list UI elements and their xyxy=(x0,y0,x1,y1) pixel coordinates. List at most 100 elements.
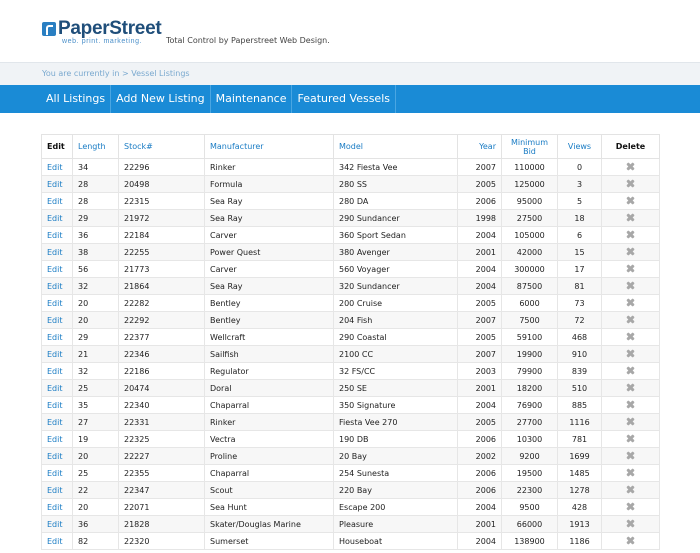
col-header-length[interactable]: Length xyxy=(72,134,119,159)
delete-x-icon[interactable] xyxy=(626,451,635,460)
edit-link[interactable]: Edit xyxy=(41,175,73,193)
delete-x-icon[interactable] xyxy=(626,502,635,511)
delete-x-icon[interactable] xyxy=(626,247,635,256)
cell-stock: 20474 xyxy=(118,379,205,397)
delete-cell xyxy=(601,498,660,516)
edit-link[interactable]: Edit xyxy=(41,294,73,312)
cell-model: Houseboat xyxy=(333,532,458,550)
cell-stock: 22227 xyxy=(118,447,205,465)
delete-x-icon[interactable] xyxy=(626,162,635,171)
edit-link[interactable]: Edit xyxy=(41,158,73,176)
col-header-model[interactable]: Model xyxy=(333,134,458,159)
edit-link[interactable]: Edit xyxy=(41,209,73,227)
delete-x-icon[interactable] xyxy=(626,230,635,239)
edit-link[interactable]: Edit xyxy=(41,498,73,516)
cell-model: Pleasure xyxy=(333,515,458,533)
edit-link[interactable]: Edit xyxy=(41,226,73,244)
table-row: Edit 32 21864 Sea Ray 320 Sundancer 2004 87500… xyxy=(41,277,660,295)
cell-length: 35 xyxy=(72,396,119,414)
col-header-manufacturer[interactable]: Manufacturer xyxy=(204,134,334,159)
cell-length: 25 xyxy=(72,464,119,482)
logo-tagline: web. print. marketing. xyxy=(62,38,143,45)
edit-link[interactable]: Edit xyxy=(41,447,73,465)
delete-x-icon[interactable] xyxy=(626,179,635,188)
delete-x-icon[interactable] xyxy=(626,349,635,358)
edit-link[interactable]: Edit xyxy=(41,481,73,499)
delete-x-icon[interactable] xyxy=(626,264,635,273)
edit-link[interactable]: Edit xyxy=(41,260,73,278)
col-header-minimum-bid[interactable]: Minimum Bid xyxy=(501,134,558,159)
cell-manufacturer: Rinker xyxy=(204,158,334,176)
delete-x-icon[interactable] xyxy=(626,536,635,545)
delete-x-icon[interactable] xyxy=(626,400,635,409)
cell-minimum-bid: 6000 xyxy=(501,294,558,312)
cell-manufacturer: Regulator xyxy=(204,362,334,380)
listings-table-container: Edit Length Stock# Manufacturer Model Ye… xyxy=(41,134,660,550)
cell-model: 280 SS xyxy=(333,175,458,193)
col-header-stock[interactable]: Stock# xyxy=(118,134,205,159)
delete-x-icon[interactable] xyxy=(626,281,635,290)
delete-cell xyxy=(601,430,660,448)
delete-x-icon[interactable] xyxy=(626,196,635,205)
cell-minimum-bid: 10300 xyxy=(501,430,558,448)
cell-model: 254 Sunesta xyxy=(333,464,458,482)
edit-link[interactable]: Edit xyxy=(41,515,73,533)
cell-manufacturer: Formula xyxy=(204,175,334,193)
cell-minimum-bid: 125000 xyxy=(501,175,558,193)
delete-x-icon[interactable] xyxy=(626,485,635,494)
edit-link[interactable]: Edit xyxy=(41,328,73,346)
cell-length: 20 xyxy=(72,311,119,329)
cell-stock: 22346 xyxy=(118,345,205,363)
edit-link[interactable]: Edit xyxy=(41,192,73,210)
delete-x-icon[interactable] xyxy=(626,332,635,341)
cell-year: 2004 xyxy=(457,226,502,244)
cell-year: 2004 xyxy=(457,260,502,278)
delete-x-icon[interactable] xyxy=(626,213,635,222)
nav-all-listings[interactable]: All Listings xyxy=(42,85,112,113)
logo[interactable]: PaperStreet web. print. marketing. xyxy=(42,19,162,46)
delete-x-icon[interactable] xyxy=(626,468,635,477)
cell-manufacturer: Sea Ray xyxy=(204,192,334,210)
edit-link[interactable]: Edit xyxy=(41,430,73,448)
cell-model: 290 Sundancer xyxy=(333,209,458,227)
table-row: Edit 25 20474 Doral 250 SE 2001 18200 510 xyxy=(41,379,660,397)
col-header-views[interactable]: Views xyxy=(557,134,602,159)
col-header-year[interactable]: Year xyxy=(457,134,502,159)
site-header: PaperStreet web. print. marketing. Total… xyxy=(0,0,700,62)
nav-add-new-listing[interactable]: Add New Listing xyxy=(111,85,211,113)
nav-featured-vessels[interactable]: Featured Vessels xyxy=(292,85,396,113)
edit-link[interactable]: Edit xyxy=(41,362,73,380)
delete-x-icon[interactable] xyxy=(626,417,635,426)
edit-link[interactable]: Edit xyxy=(41,277,73,295)
table-row: Edit 36 21828 Skater/Douglas Marine Pleasure… xyxy=(41,515,660,533)
edit-link[interactable]: Edit xyxy=(41,464,73,482)
edit-link[interactable]: Edit xyxy=(41,345,73,363)
table-row: Edit 27 22331 Rinker Fiesta Vee 270 2005 27700… xyxy=(41,413,660,431)
cell-year: 2006 xyxy=(457,464,502,482)
edit-link[interactable]: Edit xyxy=(41,311,73,329)
delete-x-icon[interactable] xyxy=(626,383,635,392)
edit-link[interactable]: Edit xyxy=(41,379,73,397)
cell-views: 73 xyxy=(557,294,602,312)
cell-length: 82 xyxy=(72,532,119,550)
delete-x-icon[interactable] xyxy=(626,315,635,324)
cell-stock: 21773 xyxy=(118,260,205,278)
edit-link[interactable]: Edit xyxy=(41,396,73,414)
cell-stock: 22325 xyxy=(118,430,205,448)
delete-cell xyxy=(601,226,660,244)
delete-x-icon[interactable] xyxy=(626,434,635,443)
edit-link[interactable]: Edit xyxy=(41,243,73,261)
cell-views: 1116 xyxy=(557,413,602,431)
table-row: Edit 29 21972 Sea Ray 290 Sundancer 1998 27500… xyxy=(41,209,660,227)
cell-year: 1998 xyxy=(457,209,502,227)
delete-x-icon[interactable] xyxy=(626,519,635,528)
edit-link[interactable]: Edit xyxy=(41,413,73,431)
nav-maintenance[interactable]: Maintenance xyxy=(211,85,293,113)
edit-link[interactable]: Edit xyxy=(41,532,73,550)
cell-year: 2001 xyxy=(457,515,502,533)
cell-year: 2007 xyxy=(457,158,502,176)
cell-stock: 22347 xyxy=(118,481,205,499)
delete-cell xyxy=(601,362,660,380)
delete-x-icon[interactable] xyxy=(626,298,635,307)
delete-x-icon[interactable] xyxy=(626,366,635,375)
